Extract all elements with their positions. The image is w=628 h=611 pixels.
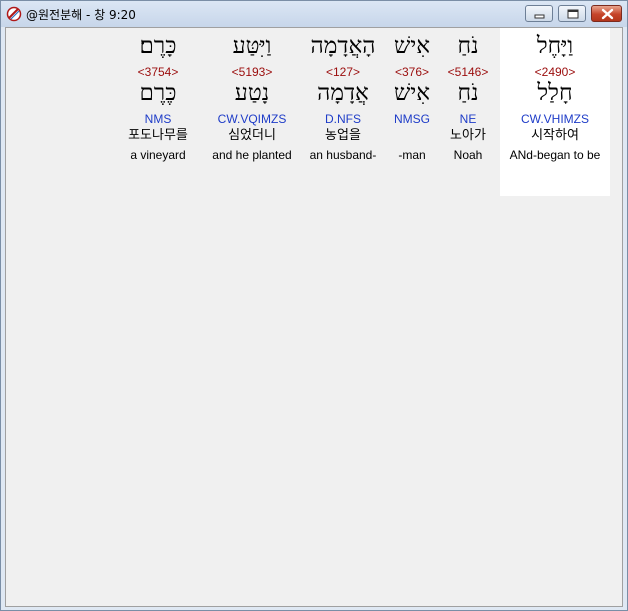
lemma-word: אֲדָמָה — [317, 80, 369, 106]
english-gloss: a vineyard — [130, 148, 186, 162]
close-icon — [601, 8, 614, 20]
maximize-button[interactable] — [558, 5, 586, 22]
lemma-word: כֶּרֶם — [139, 80, 177, 106]
close-button[interactable] — [591, 5, 622, 22]
hebrew-word: הָאֲדָמָה — [310, 33, 376, 59]
strong-number[interactable]: <127> — [301, 65, 385, 79]
korean-gloss: 포도나무를 — [128, 128, 188, 143]
strong-number[interactable]: <376> — [384, 65, 440, 79]
hebrew-word: כָּרֶם׃ — [139, 33, 177, 59]
word-column[interactable]: אִישׁ <376> אִישׁ NMSG -man — [384, 28, 440, 196]
parsing-code: D.NFS — [325, 112, 361, 126]
korean-gloss: 시작하여 — [531, 128, 579, 143]
title-bar[interactable]: @원전분해 - 창 9:20 — [1, 1, 627, 27]
word-column[interactable]: וַיָּחֶל <2490> חָלַל CW.VHIMZS 시작하여 ANd… — [500, 28, 610, 196]
interlinear-view[interactable]: וַיָּחֶל <2490> חָלַל CW.VHIMZS 시작하여 ANd… — [5, 27, 623, 607]
korean-gloss: 농업을 — [325, 128, 361, 143]
korean-gloss: 심었더니 — [228, 128, 276, 143]
parsing-code: NE — [459, 112, 477, 126]
english-gloss: Noah — [453, 148, 483, 162]
minimize-icon — [534, 14, 545, 19]
hebrew-word: נֹחַ — [457, 33, 479, 59]
lemma-word: נֹחַ — [457, 80, 479, 106]
strong-number[interactable]: <3754> — [118, 65, 198, 79]
word-column[interactable]: נֹחַ <5146> נֹחַ NE 노아가 Noah — [439, 28, 497, 196]
lemma-word: אִישׁ — [393, 80, 431, 106]
lemma-word: נָטַע — [234, 80, 270, 106]
app-icon[interactable] — [6, 6, 22, 22]
parsing-code: NMS — [144, 112, 172, 126]
english-gloss: ANd-began to be — [509, 148, 601, 162]
parsing-code: CW.VQIMZS — [217, 112, 287, 126]
strong-number[interactable]: <5193> — [204, 65, 300, 79]
hebrew-word: אִישׁ — [393, 33, 431, 59]
window-title: @원전분해 - 창 9:20 — [26, 8, 136, 22]
word-column[interactable]: הָאֲדָמָה <127> אֲדָמָה D.NFS 농업을 an hus… — [301, 28, 385, 196]
strong-number[interactable]: <5146> — [439, 65, 497, 79]
strong-number[interactable]: <2490> — [500, 65, 610, 79]
english-gloss: an husband- — [309, 148, 377, 162]
english-gloss: -man — [398, 148, 426, 162]
parsing-code: NMSG — [394, 112, 430, 126]
app-window: @원전분해 - 창 9:20 וַיָּחֶל <2490> חָלַל CW.… — [0, 0, 628, 611]
word-column[interactable]: וַיִּטַּע <5193> נָטַע CW.VQIMZS 심었더니 an… — [204, 28, 300, 196]
parsing-code: CW.VHIMZS — [521, 112, 589, 126]
english-gloss: and he planted — [212, 148, 292, 162]
minimize-button[interactable] — [525, 5, 553, 22]
hebrew-word: וַיָּחֶל — [536, 33, 574, 59]
lemma-word: חָלַל — [537, 80, 573, 106]
korean-gloss: 노아가 — [450, 128, 486, 143]
maximize-icon — [567, 9, 579, 19]
word-column[interactable]: כָּרֶם׃ <3754> כֶּרֶם NMS 포도나무를 a vineya… — [118, 28, 198, 196]
hebrew-word: וַיִּטַּע — [232, 33, 272, 59]
